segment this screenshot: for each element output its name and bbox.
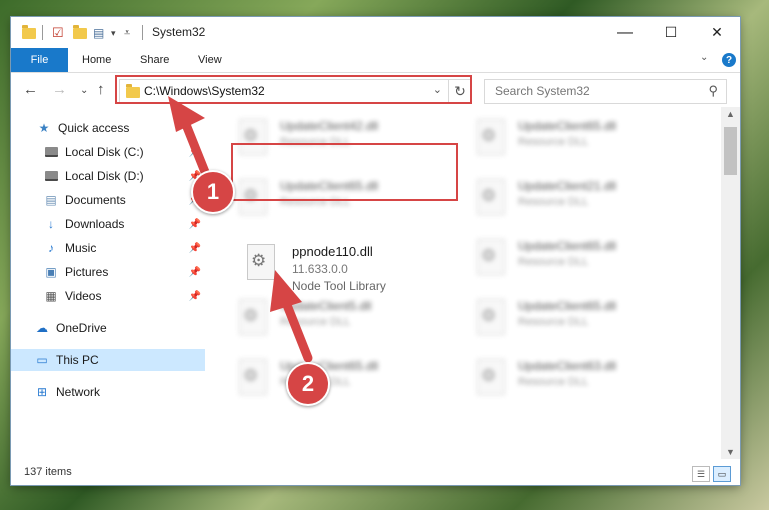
annotation-arrow-1: [168, 96, 210, 177]
step-2-badge: 2: [286, 362, 330, 406]
annotation-arrows: [168, 96, 313, 363]
annotation-arrow-2: [270, 270, 313, 363]
step-1-badge: 1: [191, 170, 235, 214]
